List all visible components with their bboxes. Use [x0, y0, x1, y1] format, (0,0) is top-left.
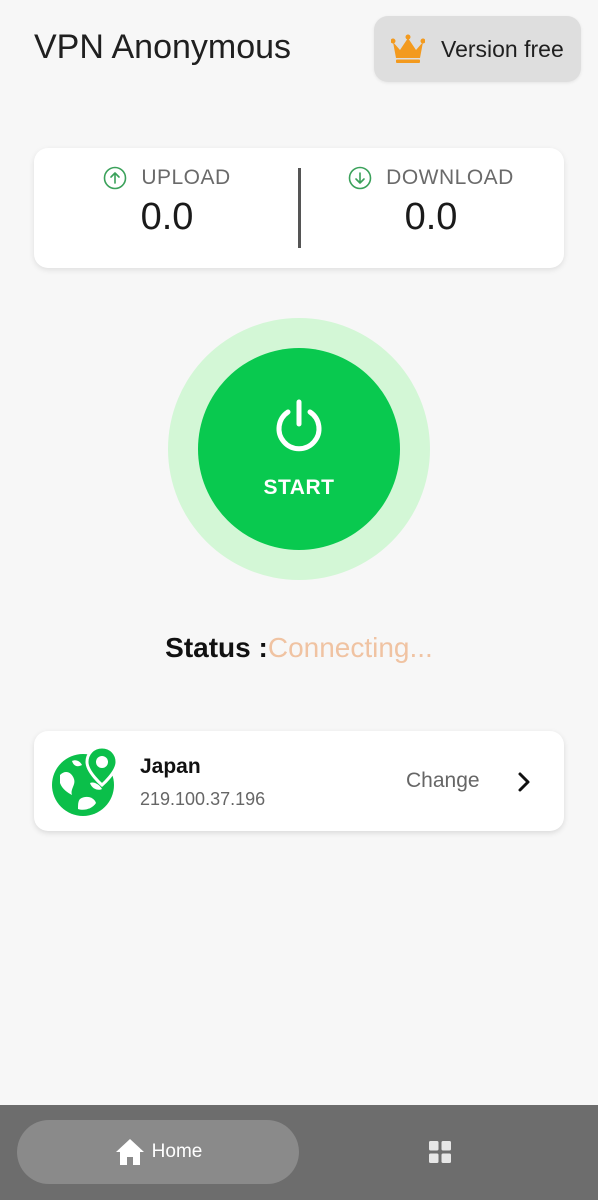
bottom-navigation: Home [0, 1105, 598, 1200]
nav-home-tab[interactable]: Home [17, 1120, 299, 1184]
version-free-label: Version free [441, 35, 564, 62]
app-title: VPN Anonymous [34, 28, 292, 66]
upload-stat: UPLOAD 0.0 [42, 166, 292, 239]
grid-icon[interactable] [428, 1140, 452, 1164]
start-label: START [263, 476, 335, 499]
change-server-label: Change [406, 769, 480, 792]
server-selector-card[interactable]: Japan 219.100.37.196 Change [34, 731, 564, 831]
upload-arrow-icon [104, 166, 127, 190]
server-country: Japan [140, 755, 201, 778]
download-stat: DOWNLOAD 0.0 [306, 166, 556, 239]
upload-value: 0.0 [140, 196, 194, 238]
status-label: Status : [165, 632, 268, 663]
power-icon [276, 399, 322, 452]
start-power-button[interactable]: START [198, 348, 400, 550]
traffic-stats-card: UPLOAD 0.0 DOWNLOAD 0.0 [34, 148, 564, 268]
home-icon [115, 1139, 144, 1165]
server-ip: 219.100.37.196 [140, 789, 266, 809]
download-value: 0.0 [404, 196, 458, 238]
download-arrow-icon [348, 166, 372, 190]
connection-status: Status :Connecting... [0, 632, 598, 664]
crown-icon [391, 34, 425, 63]
globe-location-icon [52, 745, 119, 816]
status-value: Connecting... [267, 632, 433, 663]
stats-divider [298, 168, 301, 248]
download-label: DOWNLOAD [386, 166, 514, 189]
version-free-button[interactable]: Version free [374, 16, 581, 82]
chevron-right-icon [518, 772, 530, 792]
nav-home-label: Home [151, 1141, 203, 1162]
upload-label: UPLOAD [141, 166, 231, 189]
